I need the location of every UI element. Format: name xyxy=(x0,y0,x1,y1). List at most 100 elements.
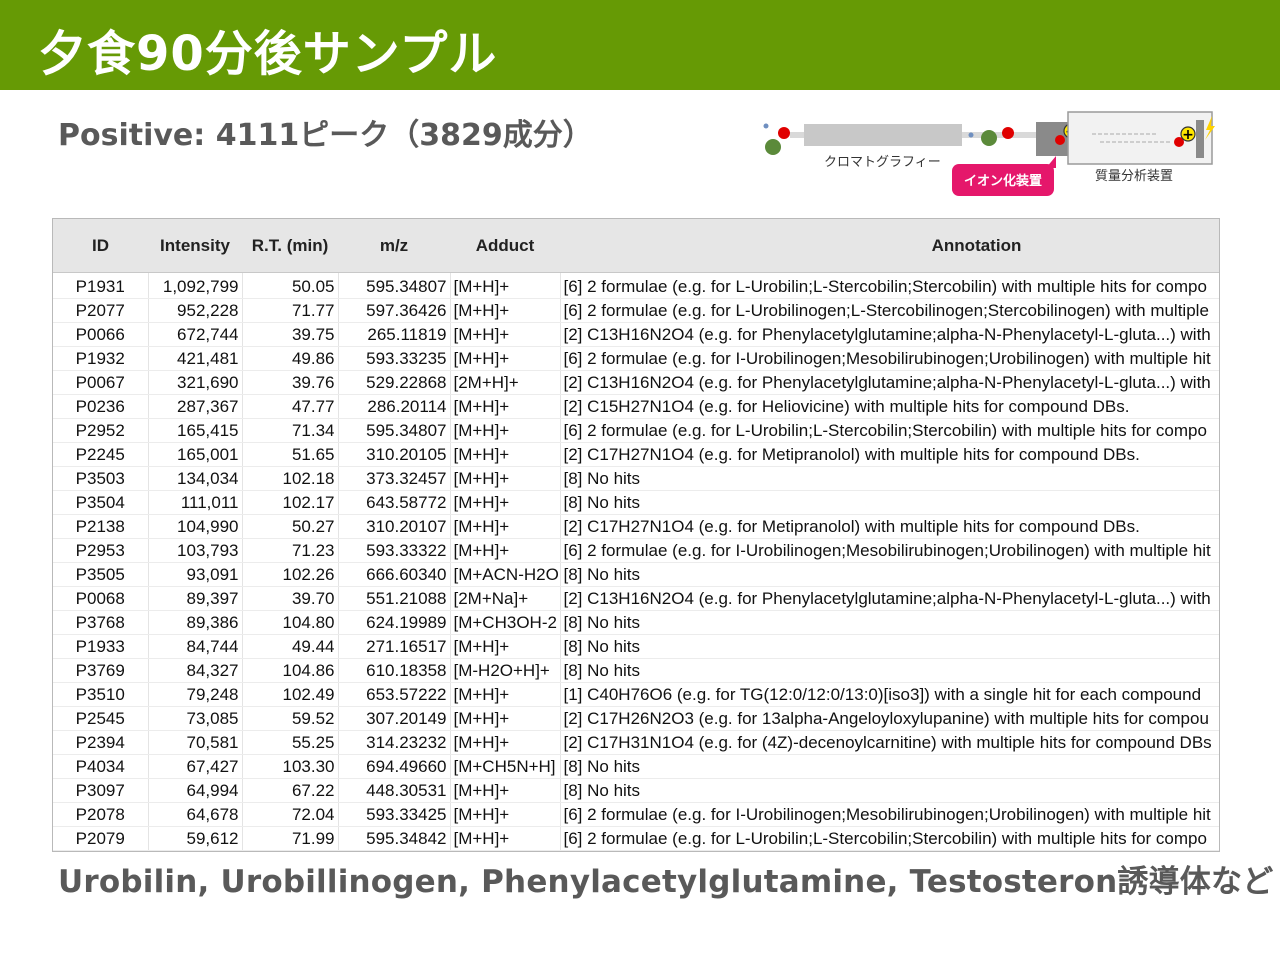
cell-id: P3503 xyxy=(53,466,149,491)
table-row: P3510 79,248 102.49 653.57222 [M+H]+ [1] C40H… xyxy=(53,682,1219,707)
cell-rt: 55.25 xyxy=(242,730,339,755)
cell-mz: 643.58772 xyxy=(338,490,451,515)
slide-title: 夕食90分後サンプル xyxy=(38,26,498,82)
cell-mz: 551.21088 xyxy=(338,586,451,611)
cell-adduct: [M+H]+ xyxy=(450,272,561,299)
cell-adduct: [M+ACN-H2O xyxy=(450,562,561,587)
annotation-table-panel: ID Intensity R.T. (min) m/z Adduct Annotation… xyxy=(52,218,1220,852)
compound-summary: Urobilin, Urobillinogen, Phenylacetylglu… xyxy=(58,864,1274,900)
cell-mz: 307.20149 xyxy=(338,706,451,731)
cell-mz: 265.11819 xyxy=(338,322,451,347)
cell-intensity: 84,327 xyxy=(148,658,243,683)
cell-intensity: 287,367 xyxy=(148,394,243,419)
cell-mz: 286.20114 xyxy=(338,394,451,419)
cell-adduct: [M+H]+ xyxy=(450,538,561,563)
cell-intensity: 64,678 xyxy=(148,802,243,827)
annotation-table: ID Intensity R.T. (min) m/z Adduct Annotation… xyxy=(53,219,1219,851)
cell-id: P2952 xyxy=(53,418,149,443)
cell-rt: 50.05 xyxy=(242,272,339,299)
cell-mz: 653.57222 xyxy=(338,682,451,707)
cell-id: P3097 xyxy=(53,778,149,803)
table-row: P3768 89,386 104.80 624.19989 [M+CH3OH-2 [8] … xyxy=(53,610,1219,635)
cell-annotation: [6] 2 formulae (e.g. for L-Urobilin;L-St… xyxy=(560,418,1219,443)
column-header-id: ID xyxy=(53,219,148,273)
cell-rt: 50.27 xyxy=(242,514,339,539)
cell-mz: 310.20105 xyxy=(338,442,451,467)
cell-id: P1933 xyxy=(53,634,149,659)
table-row: P2394 70,581 55.25 314.23232 [M+H]+ [2] C17H3… xyxy=(53,730,1219,755)
cell-annotation: [2] C13H16N2O4 (e.g. for Phenylacetylglu… xyxy=(560,370,1219,395)
cell-mz: 593.33425 xyxy=(338,802,451,827)
cell-intensity: 93,091 xyxy=(148,562,243,587)
cell-intensity: 1,092,799 xyxy=(148,272,243,299)
table-header-row: ID Intensity R.T. (min) m/z Adduct Annotation xyxy=(53,219,1219,273)
cell-annotation: [8] No hits xyxy=(560,634,1219,659)
mass-spectrometer-label: 質量分析装置 xyxy=(1095,169,1173,184)
cell-rt: 103.30 xyxy=(242,754,339,779)
cell-id: P2245 xyxy=(53,442,149,467)
chromatography-column xyxy=(804,124,962,146)
cell-rt: 72.04 xyxy=(242,802,339,827)
cell-annotation: [1] C40H76O6 (e.g. for TG(12:0/12:0/13:0… xyxy=(560,682,1219,707)
table-row: P0236 287,367 47.77 286.20114 [M+H]+ [2] C15H… xyxy=(53,394,1219,419)
ion-dot xyxy=(1055,135,1065,145)
cell-annotation: [2] C17H27N1O4 (e.g. for Metipranolol) w… xyxy=(560,442,1219,467)
table-row: P3097 64,994 67.22 448.30531 [M+H]+ [8] No hi… xyxy=(53,778,1219,803)
cell-annotation: [6] 2 formulae (e.g. for L-Urobilin;L-St… xyxy=(560,826,1219,851)
molecule-dot-red xyxy=(778,127,790,139)
cell-intensity: 64,994 xyxy=(148,778,243,803)
cell-mz: 595.34807 xyxy=(338,272,451,299)
cell-mz: 373.32457 xyxy=(338,466,451,491)
table-row: P3503 134,034 102.18 373.32457 [M+H]+ [8] No … xyxy=(53,466,1219,491)
cell-id: P1931 xyxy=(53,272,149,299)
cell-intensity: 70,581 xyxy=(148,730,243,755)
cell-adduct: [2M+Na]+ xyxy=(450,586,561,611)
cell-rt: 71.34 xyxy=(242,418,339,443)
cell-intensity: 59,612 xyxy=(148,826,243,851)
plus-sign-2: + xyxy=(1182,127,1194,143)
cell-intensity: 89,397 xyxy=(148,586,243,611)
cell-annotation: [2] C17H27N1O4 (e.g. for Metipranolol) w… xyxy=(560,514,1219,539)
cell-mz: 310.20107 xyxy=(338,514,451,539)
cell-adduct: [M+H]+ xyxy=(450,682,561,707)
table-row: P0068 89,397 39.70 551.21088 [2M+Na]+ [2] C13… xyxy=(53,586,1219,611)
molecule-dot-green xyxy=(765,139,781,155)
cell-id: P3768 xyxy=(53,610,149,635)
cell-annotation: [6] 2 formulae (e.g. for L-Urobilinogen;… xyxy=(560,298,1219,323)
table-row: P2953 103,793 71.23 593.33322 [M+H]+ [6] 2 fo… xyxy=(53,538,1219,563)
cell-rt: 51.65 xyxy=(242,442,339,467)
cell-rt: 39.70 xyxy=(242,586,339,611)
cell-adduct: [M+H]+ xyxy=(450,394,561,419)
cell-rt: 102.26 xyxy=(242,562,339,587)
cell-annotation: [6] 2 formulae (e.g. for I-Urobilinogen;… xyxy=(560,538,1219,563)
cell-id: P0066 xyxy=(53,322,149,347)
cell-adduct: [M+H]+ xyxy=(450,514,561,539)
column-header-adduct: Adduct xyxy=(450,219,560,273)
table-row: P2078 64,678 72.04 593.33425 [M+H]+ [6] 2 for… xyxy=(53,802,1219,827)
cell-mz: 624.19989 xyxy=(338,610,451,635)
cell-intensity: 79,248 xyxy=(148,682,243,707)
cell-mz: 694.49660 xyxy=(338,754,451,779)
table-row: P2545 73,085 59.52 307.20149 [M+H]+ [2] C17H2… xyxy=(53,706,1219,731)
cell-intensity: 134,034 xyxy=(148,466,243,491)
cell-adduct: [M+H]+ xyxy=(450,778,561,803)
cell-intensity: 321,690 xyxy=(148,370,243,395)
table-row: P1931 1,092,799 50.05 595.34807 [M+H]+ [6] 2 … xyxy=(53,272,1219,299)
cell-annotation: [8] No hits xyxy=(560,466,1219,491)
table-row: P2077 952,228 71.77 597.36426 [M+H]+ [6] 2 fo… xyxy=(53,298,1219,323)
cell-rt: 102.18 xyxy=(242,466,339,491)
cell-adduct: [M-H2O+H]+ xyxy=(450,658,561,683)
cell-mz: 610.18358 xyxy=(338,658,451,683)
cell-intensity: 421,481 xyxy=(148,346,243,371)
table-row: P1932 421,481 49.86 593.33235 [M+H]+ [6] 2 fo… xyxy=(53,346,1219,371)
cell-mz: 593.33322 xyxy=(338,538,451,563)
cell-intensity: 84,744 xyxy=(148,634,243,659)
cell-annotation: [8] No hits xyxy=(560,754,1219,779)
cell-id: P2077 xyxy=(53,298,149,323)
cell-adduct: [M+H]+ xyxy=(450,490,561,515)
cell-annotation: [2] C17H31N1O4 (e.g. for (4Z)-decenoylca… xyxy=(560,730,1219,755)
molecule-dot-blue-2 xyxy=(968,132,974,138)
cell-annotation: [2] C13H16N2O4 (e.g. for Phenylacetylglu… xyxy=(560,322,1219,347)
cell-annotation: [2] C17H26N2O3 (e.g. for 13alpha-Angeloy… xyxy=(560,706,1219,731)
cell-id: P3505 xyxy=(53,562,149,587)
